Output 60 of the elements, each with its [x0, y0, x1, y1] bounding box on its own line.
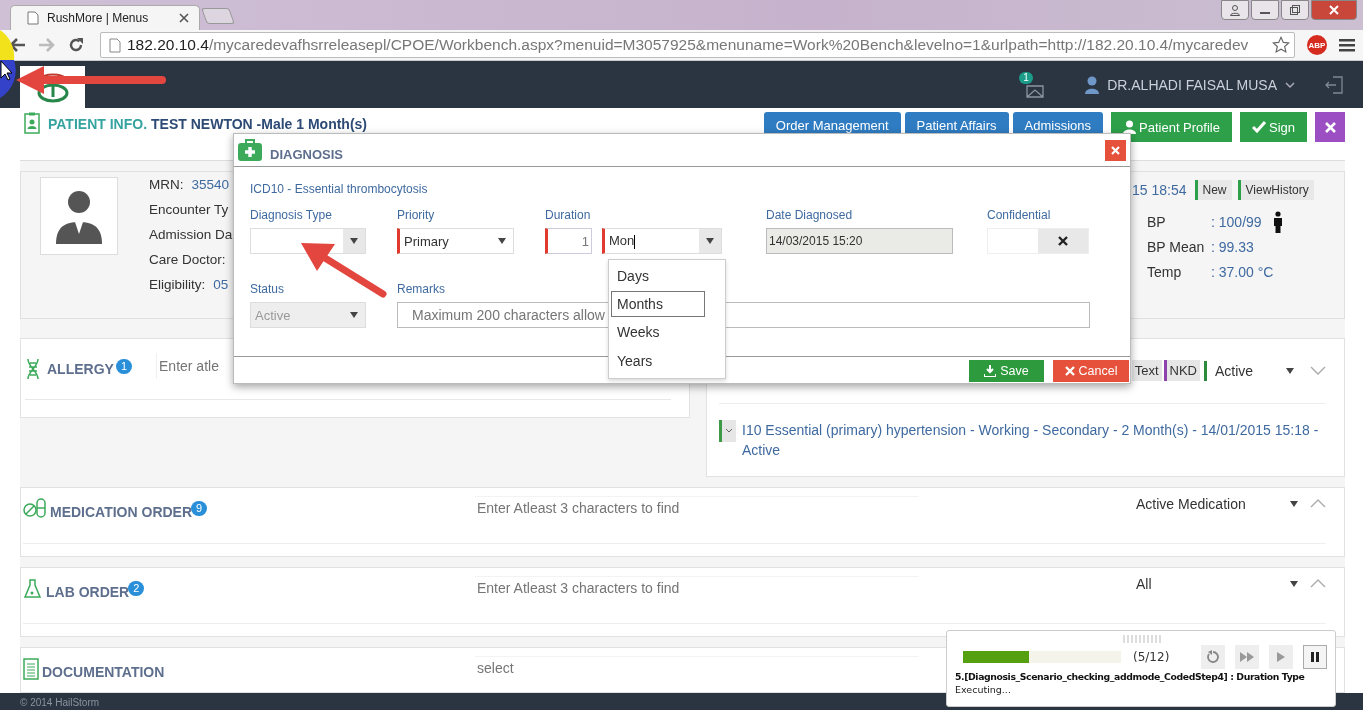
dropdown-option[interactable]: Months	[611, 291, 705, 317]
user-menu[interactable]: DR.ALHADI FAISAL MUSA	[1085, 75, 1295, 94]
user-name: DR.ALHADI FAISAL MUSA	[1107, 76, 1277, 93]
timestamp: 15 18:54	[1132, 181, 1187, 198]
vital-value: : 99.33	[1211, 239, 1255, 256]
diagnosis-entry[interactable]: I10 Essential (primary) hypertension - Working - Secondary - 2 Month(s) - 14/01/2015 15:18 - Active	[742, 419, 1326, 460]
url-text: 182.20.10.4/mycaredevafhsrreleasepl/CPOE/Workbench.aspx?menuid=M3057925&menuname=Work%20Bench&levelno=1&urlpath=http://182.20.10.4/mycaredev	[127, 36, 1250, 54]
field-label: Confidential	[987, 208, 1052, 222]
diagnosis-code: ICD10 - Essential thrombocytosis	[250, 182, 429, 196]
vital-label: BP	[1147, 214, 1167, 231]
field-label: Diagnosis Type	[250, 208, 333, 222]
field-label: Priority	[397, 208, 436, 222]
save-button[interactable]: Save	[969, 360, 1044, 382]
detail-label: Eligibility:	[149, 276, 206, 294]
priority-select[interactable]: Primary	[397, 228, 514, 254]
duration-unit-select[interactable]: Mon	[602, 228, 722, 254]
history-action-button[interactable]: ViewHistory	[1237, 179, 1314, 200]
section-title: DOCUMENTATION	[42, 664, 165, 680]
dropdown-option[interactable]: Days	[611, 262, 723, 290]
run-status: Executing...	[955, 684, 1012, 695]
step-description: 5.[Diagnosis_Scenario_checking_addmode_CodedStep4] : Duration Type	[955, 671, 1305, 682]
field-label: Date Diagnosed	[766, 208, 854, 222]
detail-label: Admission Da	[149, 226, 233, 244]
duration-field[interactable]: 1	[545, 228, 592, 254]
field-label: Duration	[545, 208, 592, 222]
field-label: Status	[250, 282, 286, 296]
tab-title: RushMore | Menus	[47, 11, 150, 25]
section-title: PATIENT INFO.	[48, 116, 148, 132]
vital-label: Temp	[1147, 264, 1183, 281]
filter-select[interactable]: All	[1130, 576, 1300, 593]
count-badge: 2	[128, 581, 145, 597]
section-title: MEDICATION ORDER	[50, 504, 193, 521]
dialog-title: DIAGNOSIS	[270, 146, 343, 162]
history-action-button[interactable]: New	[1194, 179, 1232, 200]
vital-value: : 100/99	[1211, 214, 1263, 231]
detail-label: MRN:	[149, 176, 184, 194]
count-badge: 1	[115, 358, 132, 374]
section-title: ALLERGY	[47, 360, 114, 377]
patient-name: TEST NEWTON -Male 1 Month(s)	[151, 116, 367, 132]
step-counter: (5/12)	[1133, 650, 1170, 664]
filter-tag[interactable]: NKD	[1163, 360, 1200, 382]
detail-value: 35540	[191, 176, 230, 194]
copyright-text: © 2014 HailStorm	[20, 696, 100, 708]
browser-tab[interactable]: RushMore | Menus	[10, 5, 200, 30]
notification-badge: 1	[1019, 71, 1033, 84]
vital-value: : 37.00 °C	[1211, 264, 1273, 281]
date-field[interactable]: 14/03/2015 15:20	[766, 228, 953, 254]
detail-label: Encounter Ty	[149, 201, 229, 219]
field-label: Remarks	[397, 282, 446, 296]
section-title: LAB ORDER	[46, 584, 130, 601]
dropdown-option[interactable]: Years	[611, 347, 723, 375]
cancel-button[interactable]: Cancel	[1053, 360, 1129, 382]
detail-label: Care Doctor:	[149, 251, 226, 269]
adblock-extension-button[interactable]: ABP	[1307, 35, 1327, 55]
detail-value: 05	[213, 276, 229, 294]
count-badge: 9	[191, 501, 208, 517]
filter-tag[interactable]: Text	[1131, 360, 1162, 382]
vital-label: BP Mean	[1147, 239, 1206, 256]
filter-select[interactable]: Active Medication	[1130, 496, 1300, 513]
address-bar[interactable]: 182.20.10.4/mycaredevafhsrreleasepl/CPOE/Workbench.aspx?menuid=M3057925&menuname=Work%20Bench&levelno=1&urlpath=http://182.20.10.4/mycaredev	[100, 32, 1295, 58]
